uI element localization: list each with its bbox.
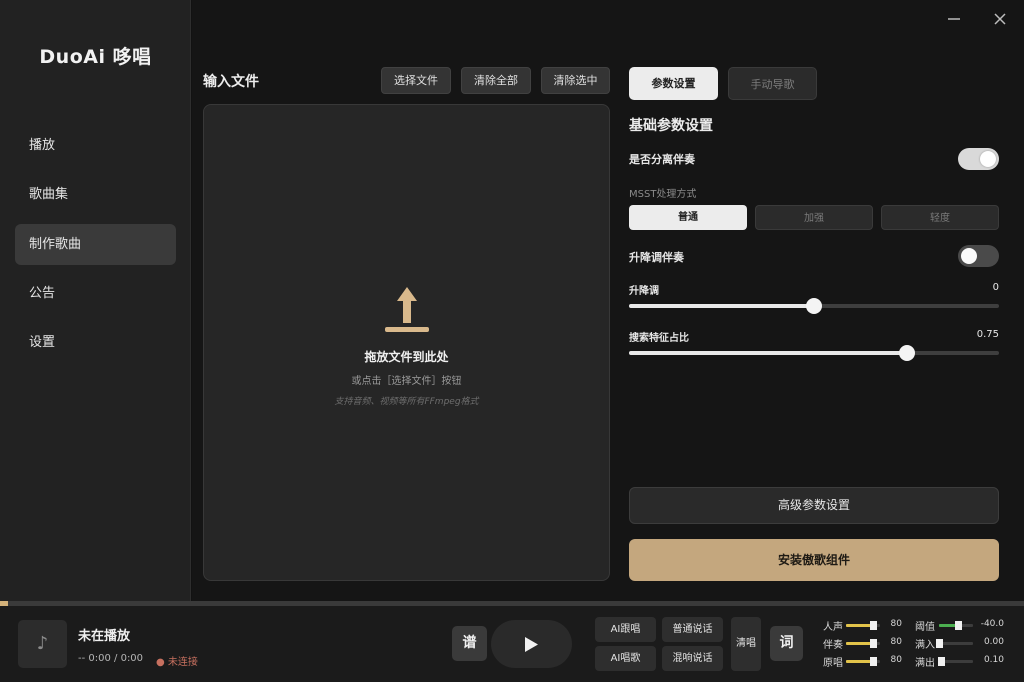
- tab-manual-import[interactable]: 手动导歌: [728, 67, 817, 100]
- pitch-shift-accompaniment-toggle[interactable]: [958, 245, 999, 267]
- threshold-label: 阈值: [915, 622, 935, 633]
- select-file-button[interactable]: 选择文件: [381, 67, 451, 94]
- dropzone-main-text: 拖放文件到此处: [364, 350, 449, 364]
- fade-in-value: 0.00: [983, 637, 1004, 647]
- playback-time: -- 0:00 / 0:00: [78, 653, 144, 664]
- reverb-speech-button[interactable]: 混响说话: [662, 646, 723, 671]
- fade-in-slider[interactable]: [936, 639, 973, 648]
- fade-out-label: 满出: [915, 658, 935, 669]
- pitch-slider[interactable]: [629, 298, 999, 314]
- sidebar-item-label: 公告: [29, 286, 56, 301]
- sidebar-item-settings[interactable]: 设置: [15, 322, 176, 363]
- app-title: DuoAi 哆唱: [39, 46, 152, 68]
- accompaniment-level-label: 伴奏: [823, 640, 843, 651]
- original-level-slider[interactable]: [846, 657, 880, 666]
- threshold-value: -40.0: [980, 619, 1004, 629]
- a-cappella-button[interactable]: 清唱: [731, 617, 761, 671]
- sidebar-item-make-song[interactable]: 制作歌曲: [15, 224, 176, 265]
- vocal-level-slider[interactable]: [846, 621, 880, 630]
- fade-out-value: 0.10: [983, 655, 1004, 665]
- vocal-level-label: 人声: [823, 622, 843, 633]
- slider-fill: [629, 351, 907, 355]
- music-note-icon: ♪: [18, 620, 67, 668]
- slider-thumb[interactable]: [937, 657, 945, 666]
- sidebar-item-label: 设置: [29, 335, 56, 350]
- dropzone-hint-text: 支持音频、视频等所有FFmpeg格式: [334, 397, 479, 407]
- slider-thumb[interactable]: [936, 639, 943, 648]
- sidebar-item-play[interactable]: 播放: [15, 125, 176, 166]
- basic-settings-heading: 基础参数设置: [629, 118, 713, 134]
- score-button[interactable]: 谱: [452, 626, 487, 661]
- original-level-label: 原唱: [823, 658, 843, 669]
- file-dropzone[interactable]: 拖放文件到此处 或点击［选择文件］按钮 支持音频、视频等所有FFmpeg格式: [203, 104, 610, 581]
- close-icon[interactable]: [988, 10, 1012, 34]
- fade-out-slider[interactable]: [937, 657, 973, 666]
- dropzone-sub-text: 或点击［选择文件］按钮: [351, 376, 462, 387]
- sidebar-item-label: 播放: [29, 138, 56, 153]
- clear-all-button[interactable]: 清除全部: [461, 67, 531, 94]
- pitch-shift-accompaniment-label: 升降调伴奏: [629, 251, 684, 264]
- msst-option-normal[interactable]: 普通: [629, 205, 747, 230]
- separate-accompaniment-toggle[interactable]: [958, 148, 999, 170]
- toggle-knob: [980, 151, 996, 167]
- pitch-value: 0: [992, 282, 999, 293]
- lyrics-button[interactable]: 词: [770, 626, 803, 661]
- upload-icon: [383, 285, 431, 335]
- now-playing-title: 未在播放: [78, 629, 131, 644]
- accompaniment-level-value: 80: [890, 637, 902, 647]
- accompaniment-level-slider[interactable]: [846, 639, 880, 648]
- sidebar-item-label: 歌曲集: [29, 187, 69, 202]
- sidebar-item-label: 制作歌曲: [29, 237, 82, 252]
- clear-selected-button[interactable]: 清除选中: [541, 67, 610, 94]
- pitch-label: 升降调: [629, 286, 659, 297]
- slider-fill: [629, 304, 814, 308]
- sidebar-item-announcement[interactable]: 公告: [15, 273, 176, 314]
- input-files-title: 输入文件: [203, 74, 259, 90]
- play-button[interactable]: [491, 620, 572, 668]
- install-component-button[interactable]: 安装傲歌组件: [629, 539, 999, 581]
- connection-status: ● 未连接: [156, 657, 198, 668]
- ai-sing-button[interactable]: AI唱歌: [595, 646, 656, 671]
- separate-accompaniment-label: 是否分离伴奏: [629, 153, 695, 166]
- msst-mode-label: MSST处理方式: [629, 189, 697, 200]
- normal-speech-button[interactable]: 普通说话: [662, 617, 723, 642]
- slider-fill: [846, 660, 874, 663]
- sidebar: DuoAi 哆唱 播放 歌曲集 制作歌曲 公告 设置: [0, 0, 191, 601]
- ai-follow-sing-button[interactable]: AI跟唱: [595, 617, 656, 642]
- advanced-settings-button[interactable]: 高级参数设置: [629, 487, 999, 524]
- feature-ratio-slider[interactable]: [629, 345, 999, 361]
- tab-parameter-settings[interactable]: 参数设置: [629, 67, 718, 100]
- fade-in-label: 满入: [915, 640, 935, 651]
- toggle-knob: [961, 248, 977, 264]
- slider-thumb[interactable]: [806, 298, 822, 314]
- msst-option-light[interactable]: 轻度: [881, 205, 999, 230]
- msst-option-enhanced[interactable]: 加强: [755, 205, 873, 230]
- feature-ratio-label: 搜索特征占比: [629, 333, 689, 344]
- slider-thumb[interactable]: [898, 345, 915, 361]
- original-level-value: 80: [890, 655, 902, 665]
- play-icon: [525, 637, 538, 652]
- slider-fill: [846, 642, 874, 645]
- threshold-slider[interactable]: [939, 621, 973, 630]
- minimize-icon[interactable]: [942, 10, 966, 34]
- feature-ratio-value: 0.75: [976, 329, 999, 340]
- slider-thumb[interactable]: [954, 621, 962, 630]
- vocal-level-value: 80: [890, 619, 902, 629]
- player-bar: ♪ 未在播放 -- 0:00 / 0:00 ● 未连接 谱 AI跟唱 普通说话 …: [0, 606, 1024, 682]
- slider-fill: [846, 624, 874, 627]
- sidebar-item-song-collection[interactable]: 歌曲集: [15, 174, 176, 215]
